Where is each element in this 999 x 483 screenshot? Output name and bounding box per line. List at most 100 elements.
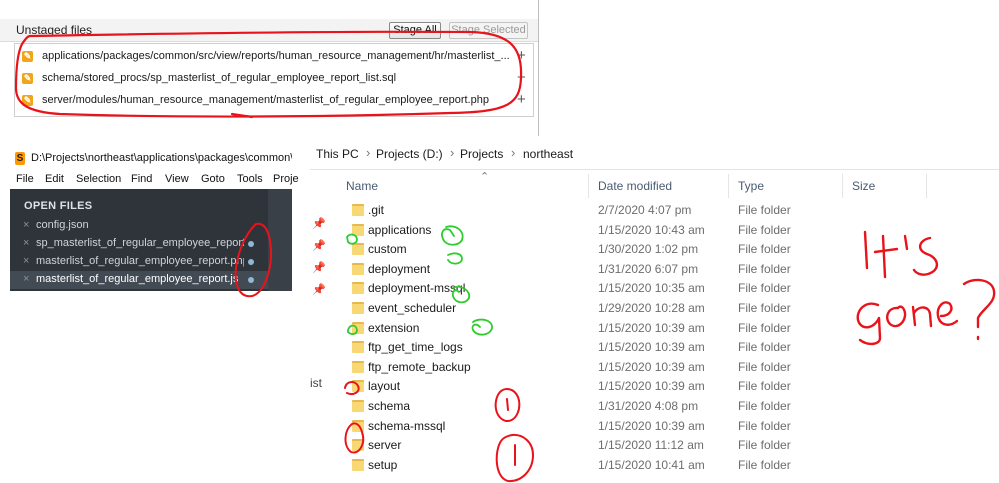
file-row[interactable]: event_scheduler 1/29/2020 10:28 am File fo… xyxy=(332,299,928,318)
column-size[interactable]: Size xyxy=(852,179,875,193)
file-name: extension xyxy=(368,320,420,335)
column-type[interactable]: Type xyxy=(738,179,764,193)
file-date-modified: 1/15/2020 10:35 am xyxy=(598,281,705,296)
breadcrumb-projects[interactable]: Projects xyxy=(460,147,503,161)
folder-icon xyxy=(352,204,364,216)
file-row[interactable]: setup 1/15/2020 10:41 am File folder xyxy=(332,456,928,475)
file-name: .git xyxy=(368,203,385,217)
folder-icon xyxy=(352,243,364,256)
file-row[interactable]: .git 2/7/2020 4:07 pm File folder xyxy=(332,201,928,220)
file-type: File folder xyxy=(738,457,791,472)
file-name: schema xyxy=(368,399,411,413)
file-type: File folder xyxy=(738,261,791,276)
pin-icon[interactable]: 📌 xyxy=(312,283,326,296)
column-divider[interactable] xyxy=(588,174,589,198)
unstaged-file-path: schema/stored_procs/sp_masterlist_of_reg… xyxy=(42,72,397,84)
close-file-icon[interactable]: × xyxy=(23,237,29,249)
file-row[interactable]: ftp_remote_backup 1/15/2020 10:39 am File … xyxy=(332,358,928,377)
menu-edit[interactable]: Edit xyxy=(45,173,64,185)
file-row[interactable]: schema 1/31/2020 4:08 pm File folder xyxy=(332,397,928,416)
column-divider[interactable] xyxy=(842,174,843,198)
column-date-modified[interactable]: Date modified xyxy=(598,179,672,193)
breadcrumb-northeast[interactable]: northeast xyxy=(523,147,573,161)
file-date-modified: 1/15/2020 10:39 am xyxy=(598,340,705,355)
stage-file-plus-icon[interactable]: + xyxy=(517,69,526,86)
close-file-icon[interactable]: × xyxy=(23,273,29,285)
column-name[interactable]: Name xyxy=(346,179,378,193)
file-date-modified: 1/15/2020 10:39 am xyxy=(598,320,705,335)
breadcrumb-this-pc[interactable]: This PC xyxy=(316,147,359,161)
sublime-window-title: D:\Projects\northeast\applications\packa… xyxy=(31,152,292,164)
close-file-icon[interactable]: × xyxy=(23,255,29,267)
menu-project[interactable]: Proje xyxy=(273,173,299,185)
unstaged-file-row[interactable]: ✎ server/modules/human_resource_manageme… xyxy=(15,90,533,112)
file-name: applications xyxy=(368,222,432,237)
menu-file[interactable]: File xyxy=(16,173,34,185)
breadcrumb-chevron-icon[interactable]: › xyxy=(511,145,515,160)
address-bar[interactable]: This PC › Projects (D:) › Projects › nor… xyxy=(310,139,999,170)
file-name: setup xyxy=(368,457,398,472)
stage-file-plus-icon[interactable]: + xyxy=(517,47,526,64)
file-row[interactable]: ftp_get_time_logs 1/15/2020 10:39 am File … xyxy=(332,338,928,357)
file-name: layout xyxy=(368,379,401,394)
file-name: schema-mssql xyxy=(368,418,446,433)
column-divider[interactable] xyxy=(926,174,927,198)
folder-icon xyxy=(352,360,364,373)
unstaged-file-row[interactable]: ✎ applications/packages/common/src/view/… xyxy=(15,46,533,68)
file-row[interactable]: layout 1/15/2020 10:39 am File folder xyxy=(332,377,928,396)
column-divider[interactable] xyxy=(728,174,729,198)
file-date-modified: 1/15/2020 10:39 am xyxy=(598,359,705,374)
file-row[interactable]: extension 1/15/2020 10:39 am File folder xyxy=(332,319,928,338)
file-name: custom xyxy=(368,242,407,257)
menu-selection[interactable]: Selection xyxy=(76,173,121,185)
stage-file-plus-icon[interactable]: + xyxy=(517,91,526,108)
stage-selected-button[interactable]: Stage Selected xyxy=(449,22,528,39)
breadcrumb-projects-drive[interactable]: Projects (D:) xyxy=(376,147,443,161)
folder-icon xyxy=(352,341,364,354)
file-type: File folder xyxy=(738,242,791,257)
open-file-item[interactable]: × masterlist_of_regular_employee_report.… xyxy=(10,253,268,271)
file-date-modified: 2/7/2020 4:07 pm xyxy=(598,203,692,217)
open-file-item[interactable]: × sp_masterlist_of_regular_employee_repo… xyxy=(10,235,268,253)
file-date-modified: 1/15/2020 11:12 am xyxy=(598,438,704,453)
folder-icon xyxy=(352,439,364,452)
breadcrumb-chevron-icon[interactable]: › xyxy=(450,145,454,160)
file-type: File folder xyxy=(738,359,791,374)
folder-icon xyxy=(352,400,364,412)
pin-icon[interactable]: 📌 xyxy=(312,261,326,274)
stage-all-button[interactable]: Stage All xyxy=(389,22,441,39)
folder-icon xyxy=(352,223,364,236)
pin-icon[interactable]: 📌 xyxy=(312,217,326,230)
unstaged-file-row[interactable]: ✎ schema/stored_procs/sp_masterlist_of_r… xyxy=(15,68,533,90)
file-type: File folder xyxy=(738,340,791,355)
breadcrumb-chevron-icon[interactable]: › xyxy=(366,145,370,160)
file-row[interactable]: server 1/15/2020 11:12 am File folder xyxy=(332,436,928,455)
close-file-icon[interactable]: × xyxy=(23,219,29,231)
open-file-item-selected[interactable]: × masterlist_of_regular_employee_report.… xyxy=(10,271,268,289)
sublime-menubar: File Edit Selection Find View Goto Tools… xyxy=(10,170,299,189)
unsaved-dot-icon xyxy=(248,259,254,265)
folder-icon xyxy=(352,380,364,393)
file-date-modified: 1/15/2020 10:41 am xyxy=(598,457,705,472)
file-name: deployment-mssql xyxy=(368,281,466,296)
file-row[interactable]: schema-mssql 1/15/2020 10:39 am File folde… xyxy=(332,417,928,436)
menu-tools[interactable]: Tools xyxy=(237,173,263,185)
pin-icon[interactable]: 📌 xyxy=(312,239,326,252)
file-row[interactable]: deployment-mssql 1/15/2020 10:35 am File f… xyxy=(332,279,928,298)
folder-icon xyxy=(352,302,364,314)
menu-goto[interactable]: Goto xyxy=(201,173,225,185)
file-name: deployment xyxy=(368,261,431,276)
menu-view[interactable]: View xyxy=(165,173,189,185)
open-file-item[interactable]: × config.json xyxy=(10,217,268,235)
file-row[interactable]: deployment 1/31/2020 6:07 pm File folder xyxy=(332,260,928,279)
file-type: File folder xyxy=(738,203,791,217)
file-row[interactable]: applications 1/15/2020 10:43 am File folde… xyxy=(332,221,928,240)
file-type: File folder xyxy=(738,399,791,413)
unstaged-file-path: server/modules/human_resource_management… xyxy=(42,94,489,106)
unstaged-files-title: Unstaged files xyxy=(16,23,93,37)
nav-item-truncated[interactable]: ist xyxy=(310,376,322,390)
menu-find[interactable]: Find xyxy=(131,173,152,185)
file-row[interactable]: custom 1/30/2020 1:02 pm File folder xyxy=(332,240,928,259)
sublime-editor-window: S D:\Projects\northeast\applications\pac… xyxy=(10,148,299,291)
unsaved-dot-icon xyxy=(248,277,254,283)
